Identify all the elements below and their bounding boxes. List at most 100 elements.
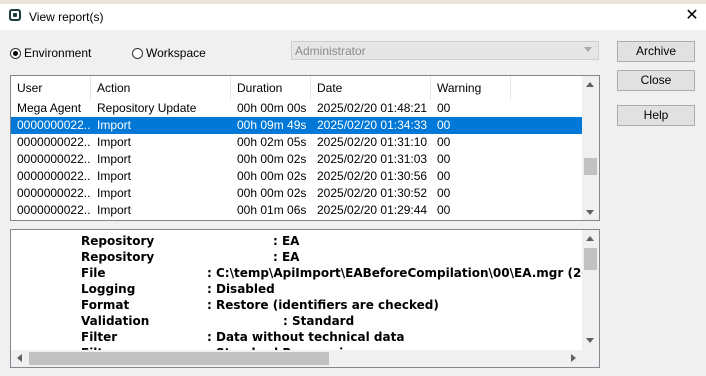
workspace-radio-label: Workspace bbox=[146, 46, 206, 60]
radio-unselected-icon bbox=[132, 47, 143, 59]
cell-warning: 00 bbox=[437, 101, 451, 115]
column-header-warning[interactable]: Warning bbox=[431, 76, 511, 100]
cell-duration: 00h 00m 00s bbox=[237, 101, 307, 115]
detail-key: Filter bbox=[81, 330, 118, 344]
scroll-thumb[interactable] bbox=[29, 352, 329, 365]
cell-action: Import bbox=[97, 203, 132, 217]
scroll-up-icon[interactable] bbox=[586, 82, 594, 87]
detail-line: Repository : EA bbox=[81, 233, 599, 249]
cell-action: Import bbox=[97, 118, 132, 132]
detail-line: Filter : Data without technical data bbox=[81, 329, 599, 345]
scroll-right-icon[interactable] bbox=[571, 354, 576, 362]
detail-value: : EA bbox=[273, 234, 300, 248]
detail-value: : EA bbox=[273, 250, 300, 264]
title-bar: View report(s) ✕ bbox=[0, 4, 706, 30]
detail-key: Validation bbox=[81, 314, 150, 328]
chevron-down-icon bbox=[584, 47, 592, 52]
report-row[interactable]: 0000000022... Import 00h 00m 02s 2025/02/20… bbox=[11, 185, 584, 202]
cell-warning: 00 bbox=[437, 186, 451, 200]
cell-user: 0000000022... bbox=[17, 135, 91, 149]
cell-user: 0000000022... bbox=[17, 186, 91, 200]
environment-radio[interactable]: Environment bbox=[10, 46, 91, 60]
cell-user: Mega Agent bbox=[17, 101, 82, 115]
help-button[interactable]: Help bbox=[617, 105, 695, 126]
cell-date: 2025/02/20 01:30:52 bbox=[317, 186, 428, 200]
user-combo-value: Administrator bbox=[295, 44, 366, 58]
cell-date: 2025/02/20 01:48:21 bbox=[317, 101, 428, 115]
scroll-down-icon[interactable] bbox=[586, 210, 594, 215]
column-header-action[interactable]: Action bbox=[91, 76, 231, 100]
scroll-thumb[interactable] bbox=[584, 158, 597, 175]
detail-value: : C:\temp\ApiImport\EABeforeCompilation\… bbox=[207, 266, 600, 280]
scroll-up-icon[interactable] bbox=[586, 236, 594, 241]
detail-value: : Restore (identifiers are checked) bbox=[207, 298, 439, 312]
report-list-header: User Action Duration Date Warning bbox=[11, 76, 584, 100]
column-header-duration[interactable]: Duration bbox=[231, 76, 311, 100]
cell-action: Import bbox=[97, 135, 132, 149]
report-row[interactable]: 0000000022... Import 00h 09m 49s 2025/02/20… bbox=[11, 117, 584, 134]
detail-key: Repository bbox=[81, 234, 155, 248]
column-header-user[interactable]: User bbox=[11, 76, 91, 100]
detail-value: : Data without technical data bbox=[207, 330, 405, 344]
detail-value: : Disabled bbox=[207, 282, 275, 296]
cell-date: 2025/02/20 01:34:33 bbox=[317, 118, 428, 132]
cell-action: Import bbox=[97, 186, 132, 200]
cell-duration: 00h 00m 02s bbox=[237, 186, 307, 200]
close-window-icon[interactable]: ✕ bbox=[682, 6, 702, 26]
detail-line: Repository : EA bbox=[81, 249, 599, 265]
cell-duration: 00h 00m 02s bbox=[237, 169, 307, 183]
report-row[interactable]: Mega Agent Repository Update 00h 00m 00s 20… bbox=[11, 100, 584, 117]
cell-warning: 00 bbox=[437, 152, 451, 166]
scroll-down-icon[interactable] bbox=[586, 338, 594, 343]
cell-duration: 00h 02m 05s bbox=[237, 135, 307, 149]
detail-key: Repository bbox=[81, 250, 155, 264]
workspace-radio[interactable]: Workspace bbox=[132, 46, 206, 60]
cell-action: Import bbox=[97, 152, 132, 166]
cell-duration: 00h 09m 49s bbox=[237, 118, 307, 132]
cell-user: 0000000022... bbox=[17, 169, 91, 183]
report-row[interactable]: 0000000022... Import 00h 02m 05s 2025/02/20… bbox=[11, 134, 584, 151]
cell-duration: 00h 01m 06s bbox=[237, 203, 307, 217]
report-list[interactable]: User Action Duration Date Warning Mega A… bbox=[10, 75, 600, 221]
cell-date: 2025/02/20 01:31:03 bbox=[317, 152, 428, 166]
report-list-vertical-scrollbar[interactable] bbox=[582, 76, 599, 220]
cell-date: 2025/02/20 01:30:56 bbox=[317, 169, 428, 183]
cell-warning: 00 bbox=[437, 135, 451, 149]
detail-line: Validation : Standard bbox=[81, 313, 599, 329]
close-button[interactable]: Close bbox=[617, 70, 695, 91]
cell-action: Repository Update bbox=[97, 101, 197, 115]
scroll-corner bbox=[582, 350, 599, 367]
cell-warning: 00 bbox=[437, 203, 451, 217]
cell-date: 2025/02/20 01:29:44 bbox=[317, 203, 428, 217]
detail-key: Logging bbox=[81, 282, 136, 296]
cell-warning: 00 bbox=[437, 169, 451, 183]
details-vertical-scrollbar[interactable] bbox=[582, 230, 599, 350]
detail-value: : Standard bbox=[283, 314, 355, 328]
report-row[interactable]: 0000000022... Import 00h 01m 06s 2025/02/20… bbox=[11, 202, 584, 219]
user-combo: Administrator bbox=[291, 41, 599, 60]
radio-selected-icon bbox=[10, 47, 21, 59]
archive-button[interactable]: Archive bbox=[617, 41, 695, 62]
column-header-date[interactable]: Date bbox=[311, 76, 431, 100]
detail-line: Format : Restore (identifiers are checked… bbox=[81, 297, 599, 313]
scroll-left-icon[interactable] bbox=[17, 354, 22, 362]
cell-user: 0000000022... bbox=[17, 118, 91, 132]
report-details[interactable]: Repository : EA Repository : EA File : C:\tem… bbox=[10, 229, 600, 368]
cell-duration: 00h 00m 02s bbox=[237, 152, 307, 166]
cell-warning: 00 bbox=[437, 118, 451, 132]
window-title: View report(s) bbox=[29, 10, 104, 24]
details-horizontal-scrollbar[interactable] bbox=[11, 350, 584, 367]
environment-radio-label: Environment bbox=[24, 46, 92, 60]
scroll-thumb[interactable] bbox=[584, 248, 597, 270]
cell-user: 0000000022... bbox=[17, 152, 91, 166]
cell-user: 0000000022... bbox=[17, 203, 91, 217]
report-row[interactable]: 0000000022... Import 00h 00m 02s 2025/02/20… bbox=[11, 151, 584, 168]
detail-key: File bbox=[81, 266, 106, 280]
cell-date: 2025/02/20 01:31:10 bbox=[317, 135, 428, 149]
app-icon bbox=[9, 9, 21, 21]
detail-key: Format bbox=[81, 298, 130, 312]
detail-line: Logging : Disabled bbox=[81, 281, 599, 297]
cell-action: Import bbox=[97, 169, 132, 183]
report-row[interactable]: 0000000022... Import 00h 00m 02s 2025/02/20… bbox=[11, 168, 584, 185]
detail-line: File : C:\temp\ApiImport\EABeforeCompilat… bbox=[81, 265, 600, 281]
